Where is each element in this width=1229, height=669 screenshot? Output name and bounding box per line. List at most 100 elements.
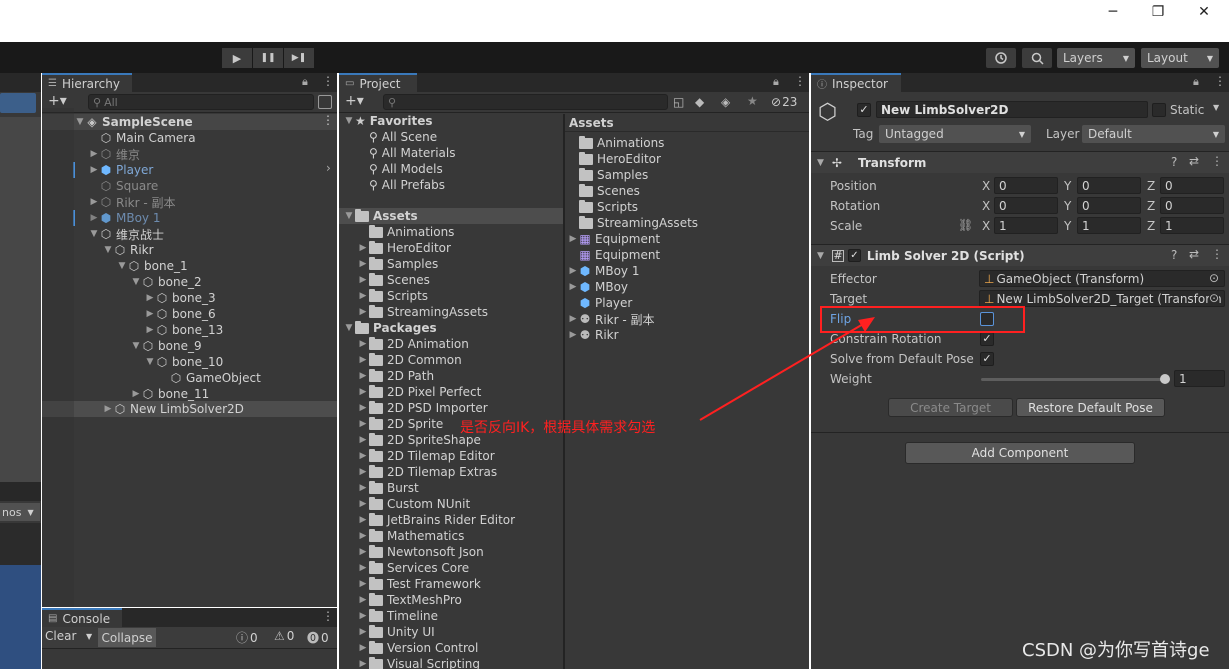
help-icon[interactable]: ? [1171, 155, 1177, 169]
scene-menu-icon[interactable]: ⋮ [322, 113, 334, 127]
asset-item[interactable]: ▦ Equipment [567, 247, 660, 263]
collapse-button[interactable]: Collapse [98, 628, 156, 647]
transform-header[interactable]: ▼ ✢ Transform ? ⇄ ⋮ [811, 151, 1229, 173]
gizmo-button[interactable] [0, 93, 36, 113]
label-icon[interactable]: ◈ [721, 95, 730, 109]
package-item[interactable]: ▶ JetBrains Rider Editor [357, 512, 515, 528]
expand-arrow-icon[interactable]: ▶ [357, 339, 369, 349]
kebab-menu-icon[interactable]: ⋮ [1211, 154, 1223, 168]
package-item[interactable]: ▶ 2D PSD Importer [357, 400, 488, 416]
package-item[interactable]: ▶ 2D Common [357, 352, 462, 368]
restore-default-pose-button[interactable]: Restore Default Pose [1016, 398, 1165, 417]
expand-arrow-icon[interactable]: ▼ [116, 261, 128, 271]
preset-icon[interactable]: ⇄ [1189, 154, 1199, 168]
rotation-x-field[interactable]: 0 [994, 197, 1058, 214]
expand-arrow-icon[interactable]: ▶ [357, 435, 369, 445]
chevron-down-icon[interactable]: ▼ [1213, 103, 1219, 112]
scale-z-field[interactable]: 1 [1160, 217, 1224, 234]
kebab-menu-icon[interactable]: ⋮ [794, 74, 806, 88]
expand-arrow-icon[interactable]: ▶ [357, 259, 369, 269]
asset-item[interactable]: ▶ ⬢ MBoy 1 [567, 263, 640, 279]
layout-dropdown[interactable]: Layout ▼ [1141, 48, 1219, 68]
expand-arrow-icon[interactable]: ▶ [102, 404, 114, 414]
expand-arrow-icon[interactable]: ▶ [357, 291, 369, 301]
asset-item[interactable]: StreamingAssets [567, 215, 698, 231]
expand-arrow-icon[interactable]: ▶ [88, 165, 100, 175]
rotation-y-field[interactable]: 0 [1077, 197, 1141, 214]
restore-button[interactable]: ❐ [1135, 0, 1181, 24]
expand-arrow-icon[interactable]: ▶ [357, 531, 369, 541]
folder-item[interactable]: ▶ HeroEditor [357, 240, 451, 256]
folder-item[interactable]: ▶ Samples [357, 256, 438, 272]
expand-arrow-icon[interactable]: ▼ [343, 211, 355, 221]
package-item[interactable]: ▶ Timeline [357, 608, 438, 624]
tab-console[interactable]: ▤ Console [42, 608, 122, 627]
tag-dropdown[interactable]: Untagged ▼ [879, 125, 1031, 143]
expand-arrow-icon[interactable]: ▼ [130, 277, 142, 287]
expand-arrow-icon[interactable]: ▶ [357, 387, 369, 397]
asset-item[interactable]: Scenes [567, 183, 640, 199]
expand-arrow-icon[interactable]: ▶ [130, 389, 142, 399]
expand-arrow-icon[interactable]: ▶ [357, 403, 369, 413]
hierarchy-item[interactable]: ▼ ⬡ bone_9 [130, 338, 202, 354]
add-component-button[interactable]: Add Component [905, 442, 1135, 464]
expand-arrow-icon[interactable]: ▶ [357, 611, 369, 621]
package-item[interactable]: ▶ Custom NUnit [357, 496, 470, 512]
warning-toggle[interactable]: ⚠ 0 [274, 629, 294, 643]
layer-dropdown[interactable]: Default ▼ [1082, 125, 1225, 143]
layers-dropdown[interactable]: Layers ▼ [1057, 48, 1135, 68]
asset-item[interactable]: ▶ ⬢ MBoy [567, 279, 629, 295]
package-item[interactable]: ▶ Version Control [357, 640, 478, 656]
expand-arrow-icon[interactable]: ▶ [357, 307, 369, 317]
package-item[interactable]: ▶ Mathematics [357, 528, 464, 544]
expand-arrow-icon[interactable]: ▶ [357, 515, 369, 525]
asset-item[interactable]: ▶ ⚉ Rikr - 副本 [567, 311, 655, 327]
object-name-field[interactable]: New LimbSolver2D [876, 101, 1148, 118]
asset-item[interactable]: Scripts [567, 199, 638, 215]
expand-arrow-icon[interactable]: ▶ [357, 579, 369, 589]
target-field[interactable]: ⊥ New LimbSolver2D_Target (Transform [979, 290, 1225, 307]
add-icon[interactable]: +▾ [48, 93, 67, 109]
asset-item[interactable]: ▶ ⚉ Rikr [567, 327, 619, 343]
hierarchy-item[interactable]: ▼ ⬡ bone_10 [144, 354, 224, 370]
hierarchy-search-input[interactable]: ⚲ All [88, 94, 314, 110]
play-button[interactable]: ▶ [222, 48, 252, 68]
tab-project[interactable]: ▭ Project [339, 73, 417, 92]
step-button[interactable]: ▶❚ [284, 48, 314, 68]
link-scale-icon[interactable]: ⛓ [958, 218, 973, 232]
expand-arrow-icon[interactable]: ▶ [144, 293, 156, 303]
expand-arrow-icon[interactable]: ▶ [357, 563, 369, 573]
package-item[interactable]: ▶ Services Core [357, 560, 469, 576]
hierarchy-item-selected[interactable]: ▶ ⬡ New LimbSolver2D [102, 401, 244, 417]
expand-arrow-icon[interactable]: ▶ [357, 627, 369, 637]
scale-x-field[interactable]: 1 [994, 217, 1058, 234]
info-toggle[interactable]: ⓘ 0 [236, 629, 258, 646]
asset-item[interactable]: HeroEditor [567, 151, 661, 167]
package-item[interactable]: ▶ 2D Sprite [357, 416, 443, 432]
folder-item[interactable]: ▶ StreamingAssets [357, 304, 488, 320]
hierarchy-item[interactable]: ▶ ⬡ Rikr - 副本 [88, 194, 176, 210]
active-checkbox[interactable]: ✓ [857, 103, 871, 117]
close-button[interactable]: ✕ [1181, 0, 1227, 24]
package-item[interactable]: ▶ TextMeshPro [357, 592, 462, 608]
expand-arrow-icon[interactable]: ▶ [144, 325, 156, 335]
folder-item[interactable]: Animations [357, 224, 454, 240]
scene-root[interactable]: ▼ ◈ SampleScene [74, 114, 193, 130]
lock-icon[interactable]: 🔒︎ [773, 75, 779, 89]
effector-field[interactable]: ⊥ GameObject (Transform) [979, 270, 1225, 287]
folder-item[interactable]: ▶ Scripts [357, 288, 428, 304]
package-item[interactable]: ▶ Test Framework [357, 576, 481, 592]
packages-header[interactable]: ▼ Packages [343, 320, 437, 336]
expand-arrow-icon[interactable]: ▼ [343, 323, 355, 333]
hierarchy-item[interactable]: ▶ ⬢ Player [88, 162, 154, 178]
create-icon[interactable]: +▾ [345, 93, 364, 109]
breadcrumb[interactable]: Assets [569, 116, 614, 130]
expand-arrow-icon[interactable]: ▼ [817, 251, 824, 261]
position-z-field[interactable]: 0 [1160, 177, 1224, 194]
package-item[interactable]: ▶ 2D Tilemap Extras [357, 464, 497, 480]
hierarchy-item[interactable]: ⬡ Main Camera [88, 130, 196, 146]
expand-arrow-icon[interactable]: ▼ [817, 158, 824, 168]
hierarchy-item[interactable]: ⬡ GameObject [158, 370, 261, 386]
clear-options-dropdown[interactable]: ▼ [86, 632, 92, 641]
hierarchy-item[interactable]: ▼ ⬡ Rikr [102, 242, 154, 258]
